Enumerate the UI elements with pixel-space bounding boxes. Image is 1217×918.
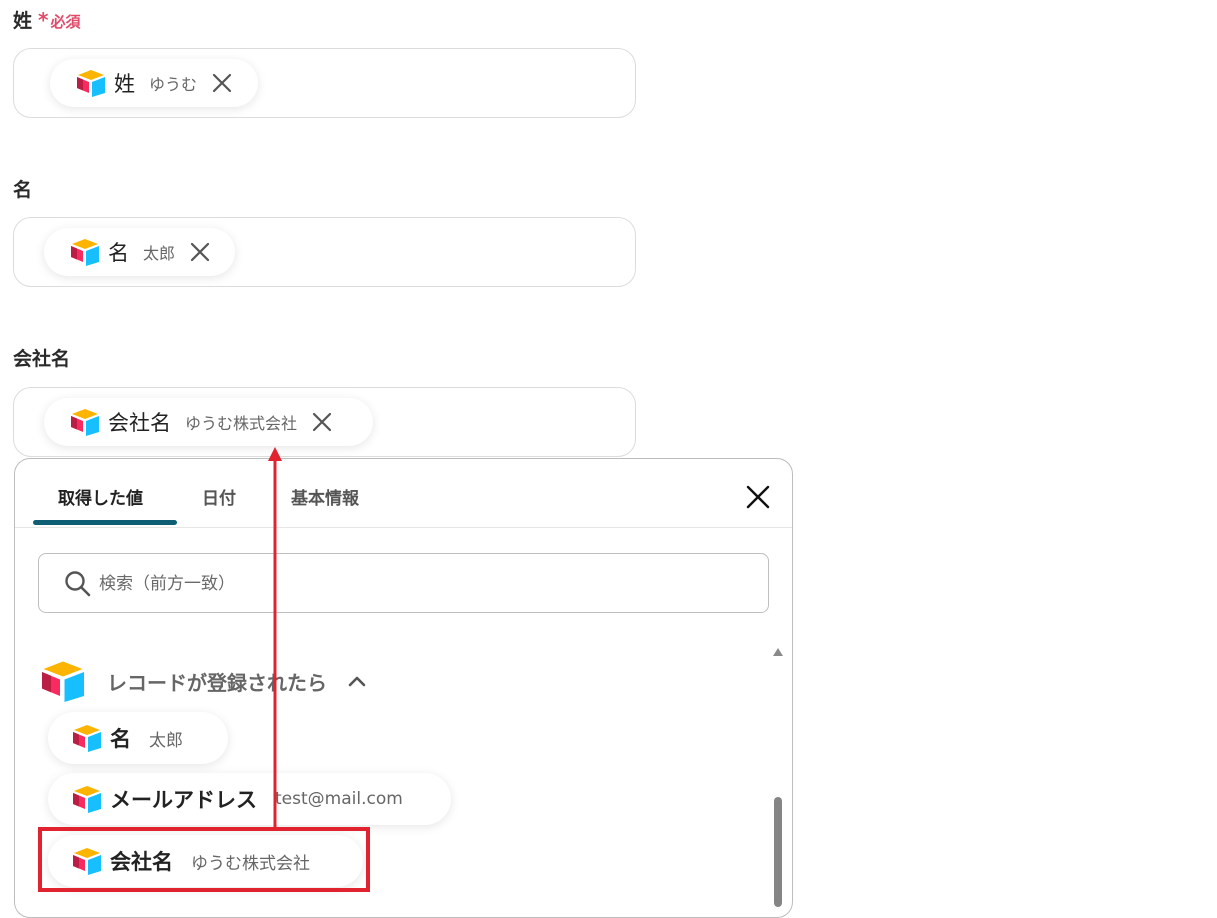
group-title: レコードが登録されたら xyxy=(107,670,327,695)
list-item[interactable]: メールアドレス test@mail.com xyxy=(48,773,451,825)
close-icon[interactable] xyxy=(745,484,771,510)
airtable-logo-icon xyxy=(72,724,102,752)
last-name-field[interactable]: 姓 ゆうむ xyxy=(13,48,636,118)
chip-value: ゆうむ xyxy=(149,75,198,94)
variable-chip-first-name[interactable]: 名 太郎 xyxy=(44,228,235,276)
field-label-text: 名 xyxy=(13,179,33,201)
required-star: * xyxy=(38,8,49,32)
list-item[interactable]: 名 太郎 xyxy=(48,712,228,764)
field-label-text: 会社名 xyxy=(13,348,71,370)
close-icon[interactable] xyxy=(311,411,333,433)
chip-title: 名 xyxy=(108,241,129,265)
search-input[interactable] xyxy=(97,566,741,602)
scroll-up-arrow-icon[interactable] xyxy=(772,647,784,657)
chevron-up-icon[interactable] xyxy=(347,674,367,688)
active-tab-indicator xyxy=(33,520,177,525)
airtable-logo-icon xyxy=(70,408,100,436)
chip-value: ゆうむ株式会社 xyxy=(185,414,298,433)
search-box[interactable] xyxy=(38,553,769,613)
first-name-field[interactable]: 名 太郎 xyxy=(13,217,636,287)
chip-title: 姓 xyxy=(114,72,135,96)
close-icon[interactable] xyxy=(189,241,211,263)
chip-title: 会社名 xyxy=(108,411,171,435)
field-label-text: 姓 xyxy=(13,10,33,32)
field-label-first-name: 名 xyxy=(13,175,32,202)
field-label-last-name: 姓 * 必須 xyxy=(13,6,81,33)
tab-bar: 取得した値 日付 基本情報 xyxy=(15,459,792,528)
scrollbar-thumb[interactable] xyxy=(774,797,782,907)
airtable-logo-icon xyxy=(70,238,100,266)
close-icon[interactable] xyxy=(211,72,233,94)
tab-date[interactable]: 日付 xyxy=(202,484,236,509)
search-icon xyxy=(65,571,91,597)
variable-chip-last-name[interactable]: 姓 ゆうむ xyxy=(50,59,258,107)
tab-fetched-values[interactable]: 取得した値 xyxy=(58,484,143,509)
item-title: 名 xyxy=(110,727,131,751)
item-title: メールアドレス xyxy=(110,788,257,812)
company-name-field[interactable]: 会社名 ゆうむ株式会社 xyxy=(13,387,636,457)
highlight-annotation xyxy=(38,827,370,892)
airtable-logo-icon xyxy=(72,785,102,813)
variable-chip-company[interactable]: 会社名 ゆうむ株式会社 xyxy=(44,398,373,446)
arrow-annotation xyxy=(268,447,282,830)
tab-basic-info[interactable]: 基本情報 xyxy=(291,484,359,509)
field-label-company: 会社名 xyxy=(13,344,70,371)
item-value: 太郎 xyxy=(149,730,183,751)
airtable-logo-icon xyxy=(76,69,106,97)
chip-value: 太郎 xyxy=(143,244,176,263)
airtable-logo-icon xyxy=(39,660,87,702)
required-badge: 必須 xyxy=(50,13,81,31)
item-value: test@mail.com xyxy=(275,789,403,809)
trigger-group-header[interactable]: レコードが登録されたら xyxy=(39,659,367,703)
